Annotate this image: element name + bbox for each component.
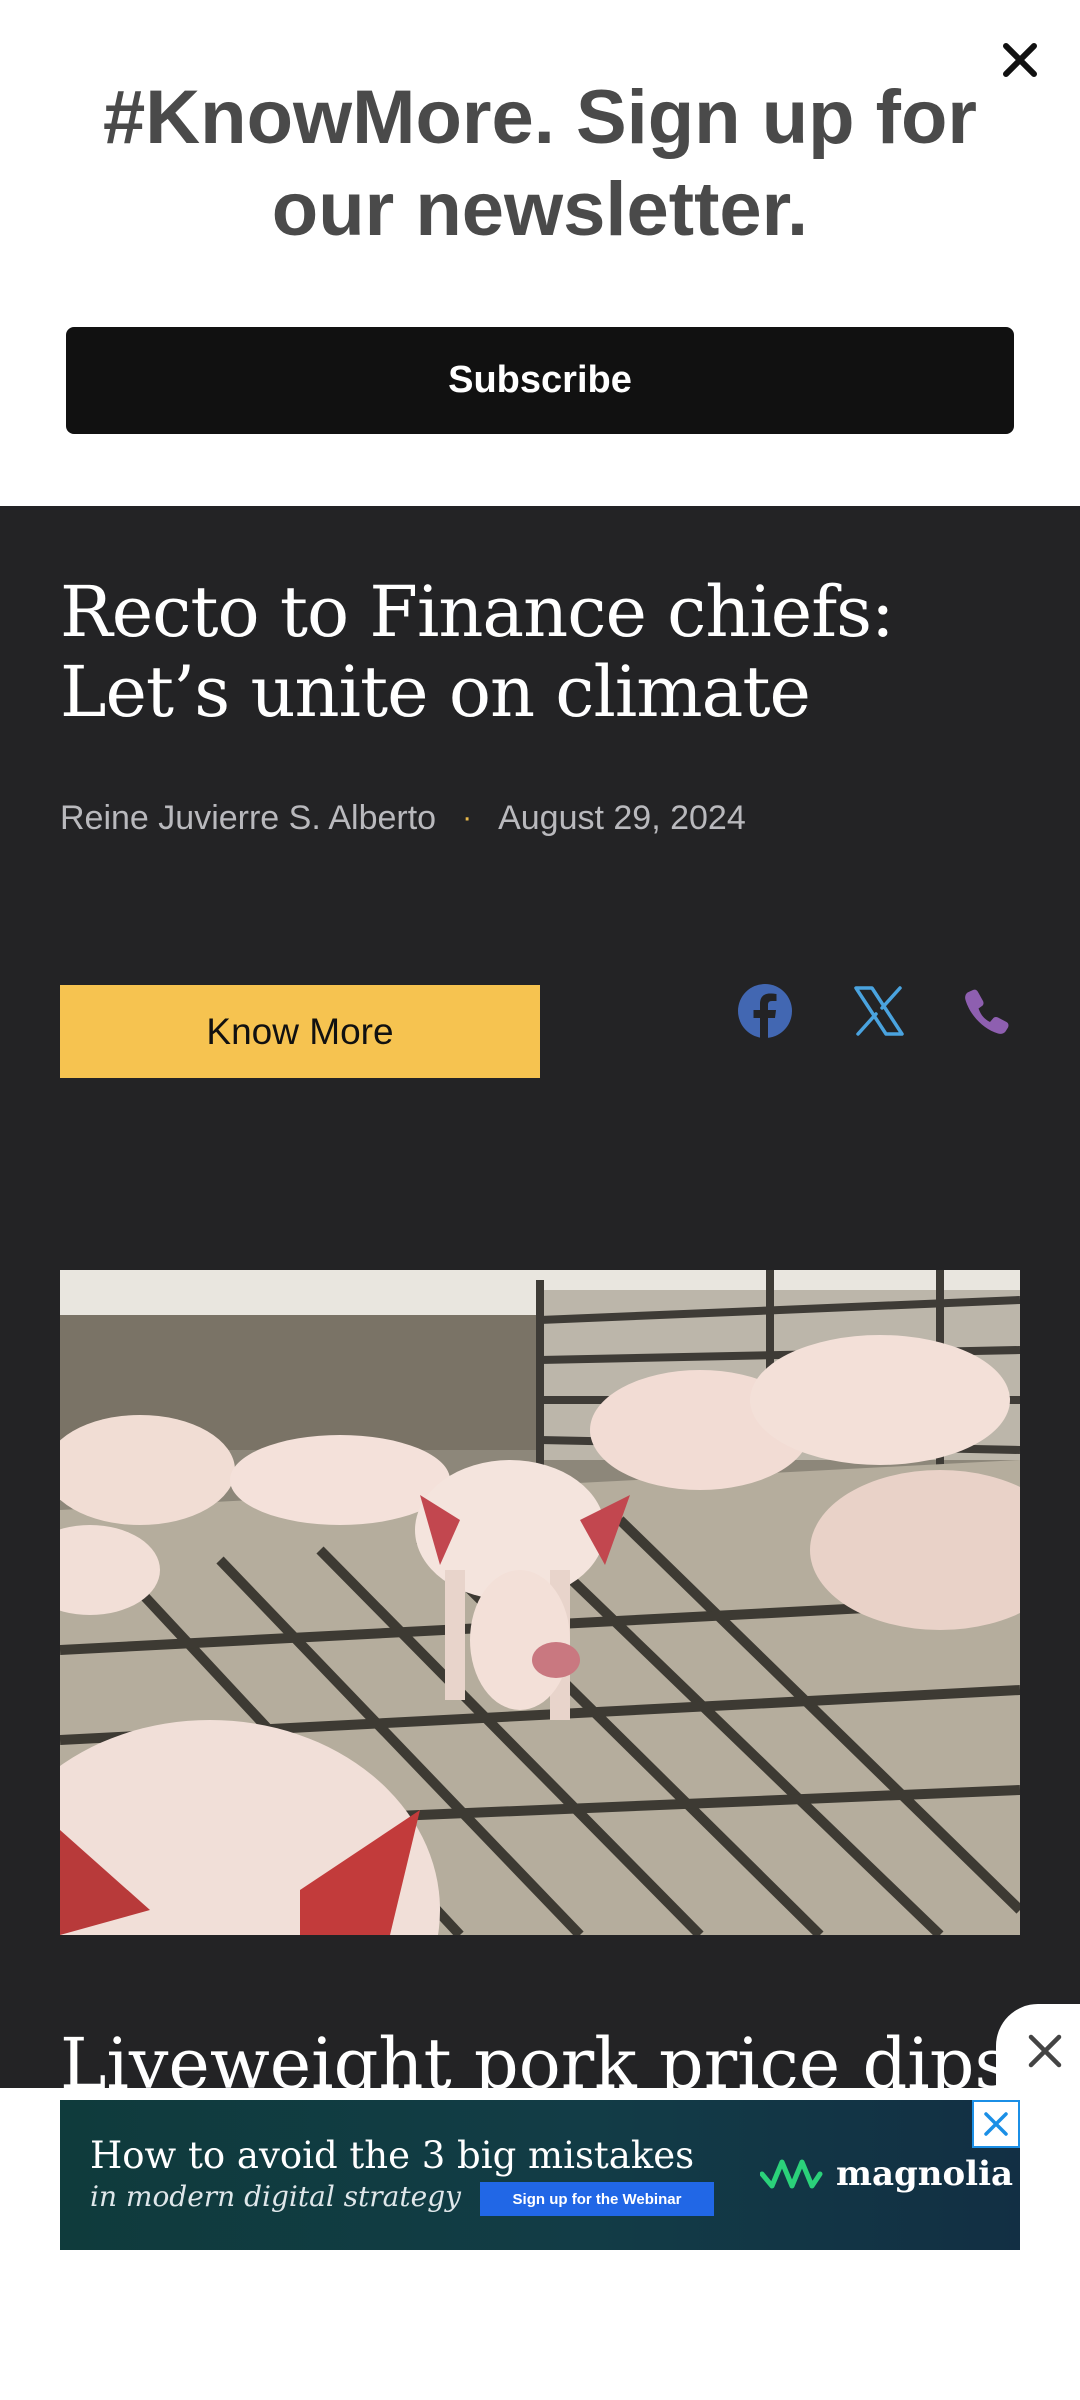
author-name[interactable]: Reine Juvierre S. Alberto	[60, 799, 436, 838]
facebook-icon	[738, 984, 792, 1039]
know-more-button[interactable]: Know More	[60, 985, 540, 1078]
meta-separator: ·	[462, 801, 473, 834]
article-section: Recto to Finance chiefs: Let’s unite on …	[0, 506, 1080, 2088]
share-phone-button[interactable]	[952, 976, 1022, 1046]
ad-headline: How to avoid the 3 big mistakes	[90, 2134, 695, 2177]
close-ad-button[interactable]	[996, 2004, 1080, 2088]
subscribe-button[interactable]: Subscribe	[66, 327, 1014, 434]
magnolia-ad-banner[interactable]: How to avoid the 3 big mistakes in moder…	[60, 2100, 1020, 2250]
x-icon	[854, 986, 904, 1036]
newsletter-banner: #KnowMore. Sign up for our newsletter. S…	[0, 0, 1080, 506]
ad-brand: magnolia	[760, 2154, 1013, 2194]
next-article-title[interactable]: Liveweight pork price dips	[60, 2024, 1020, 2088]
ad-cta-button[interactable]: Sign up for the Webinar	[480, 2182, 714, 2216]
close-icon	[984, 2112, 1008, 2136]
ad-brand-name: magnolia	[836, 2154, 1014, 2194]
close-icon	[1028, 2034, 1062, 2068]
pigs-photo	[60, 1270, 1020, 1935]
bottom-ad-strip: How to avoid the 3 big mistakes in moder…	[0, 2088, 1080, 2400]
article-meta: Reine Juvierre S. Alberto · August 29, 2…	[60, 796, 746, 840]
newsletter-heading: #KnowMore. Sign up for our newsletter.	[103, 75, 977, 252]
article-hero-image[interactable]	[60, 1270, 1020, 1935]
phone-icon	[965, 989, 1009, 1034]
article-title[interactable]: Recto to Finance chiefs: Let’s unite on …	[60, 572, 1020, 732]
share-facebook-button[interactable]	[730, 976, 800, 1046]
ad-close-button[interactable]	[972, 2100, 1020, 2148]
publish-date: August 29, 2024	[498, 798, 746, 837]
ad-subheadline: in modern digital strategy	[90, 2180, 461, 2213]
share-x-button[interactable]	[844, 976, 914, 1046]
magnolia-logo-icon	[760, 2159, 823, 2189]
